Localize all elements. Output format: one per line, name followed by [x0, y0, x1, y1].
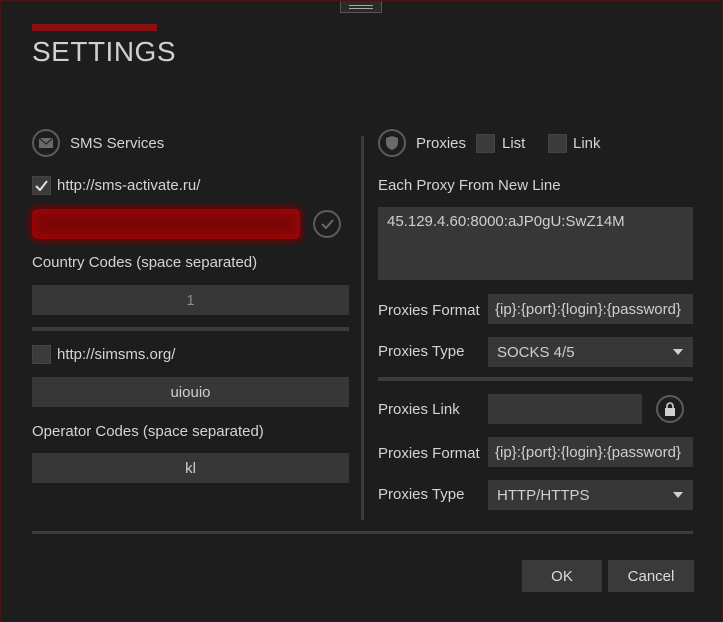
each-proxy-label: Each Proxy From New Line — [378, 177, 561, 194]
proxies-format-input[interactable]: {ip}:{port}:{login}:{password} — [488, 294, 693, 324]
section-divider — [32, 327, 349, 331]
mail-icon — [32, 129, 60, 157]
proxies-format-label: Proxies Format — [378, 302, 480, 319]
simsms-checkbox[interactable] — [32, 345, 51, 364]
column-divider — [361, 136, 364, 520]
checkmark-icon — [35, 180, 48, 191]
ok-button[interactable]: OK — [522, 560, 602, 592]
proxies-link-checkbox[interactable] — [548, 134, 567, 153]
lock-icon[interactable] — [656, 395, 684, 423]
link-proxies-format-label: Proxies Format — [378, 445, 480, 462]
drag-handle[interactable] — [340, 1, 382, 13]
verify-check-icon[interactable] — [313, 210, 341, 238]
proxies-list-label: List — [502, 135, 526, 152]
footer-divider — [32, 531, 693, 534]
country-codes-label: Country Codes (space separated) — [32, 254, 258, 271]
title-accent-bar — [32, 24, 157, 31]
shield-icon — [378, 129, 406, 157]
proxies-link-input[interactable] — [488, 394, 642, 424]
sms-activate-label: http://sms-activate.ru/ — [57, 177, 201, 194]
api-key-field-redacted[interactable] — [32, 209, 300, 239]
link-proxies-type-label: Proxies Type — [378, 486, 465, 503]
proxies-type-label: Proxies Type — [378, 343, 465, 360]
operator-codes-input[interactable]: kl — [32, 453, 349, 483]
cancel-button[interactable]: Cancel — [608, 560, 694, 592]
link-proxies-format-input[interactable]: {ip}:{port}:{login}:{password} — [488, 437, 693, 467]
proxies-heading: Proxies — [416, 135, 467, 152]
proxies-type-value: SOCKS 4/5 — [497, 343, 575, 361]
proxy-list-textarea[interactable]: 45.129.4.60:8000:aJP0gU:SwZ14M — [378, 207, 693, 280]
proxies-divider — [378, 377, 693, 381]
proxies-link-label: Link — [573, 135, 601, 152]
proxies-type-select[interactable]: SOCKS 4/5 — [488, 337, 693, 367]
link-proxies-type-value: HTTP/HTTPS — [497, 486, 590, 504]
sms-services-heading: SMS Services — [70, 135, 165, 152]
chevron-down-icon — [673, 492, 683, 498]
page-title: SETTINGS — [32, 36, 177, 67]
simsms-key-input[interactable]: uiouio — [32, 377, 349, 407]
proxies-link-field-label: Proxies Link — [378, 401, 460, 418]
country-codes-input[interactable]: 1 — [32, 285, 349, 315]
proxies-list-checkbox[interactable] — [476, 134, 495, 153]
operator-codes-label: Operator Codes (space separated) — [32, 423, 264, 440]
chevron-down-icon — [673, 349, 683, 355]
link-proxies-type-select[interactable]: HTTP/HTTPS — [488, 480, 693, 510]
simsms-label: http://simsms.org/ — [57, 346, 176, 363]
settings-window: SETTINGS SMS Services http://sms-activat… — [0, 0, 723, 622]
sms-activate-checkbox[interactable] — [32, 176, 51, 195]
